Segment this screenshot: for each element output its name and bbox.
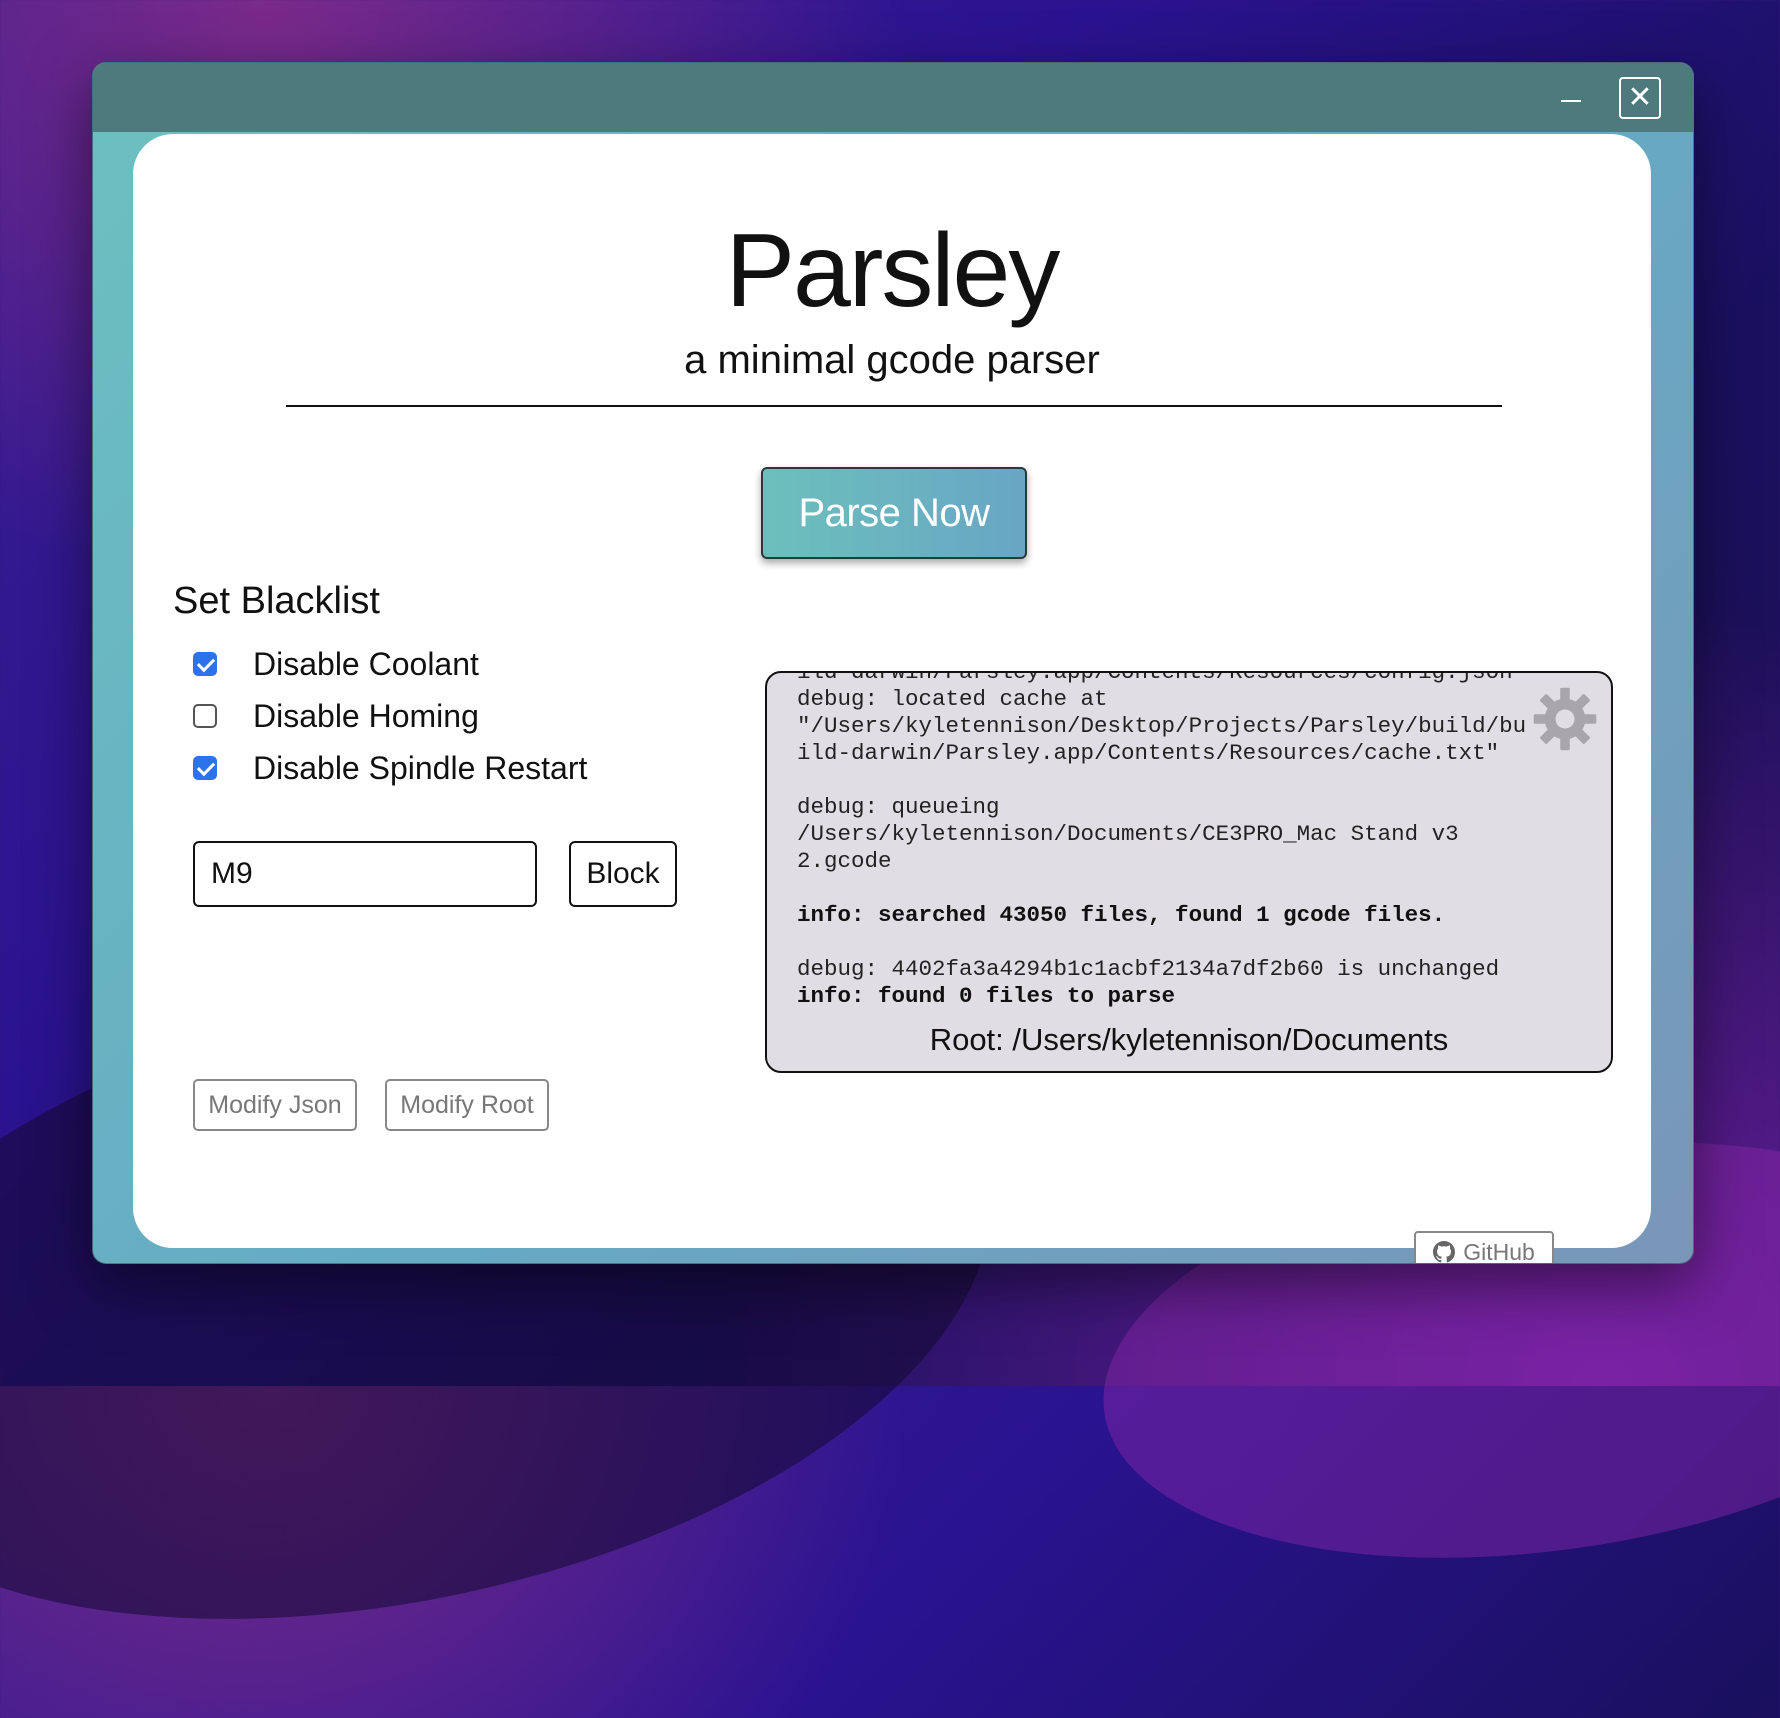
- log-line: debug: 4402fa3a4294b1c1acbf2134a7df2b60 …: [797, 956, 1500, 982]
- log-line: debug: located cache at: [797, 686, 1108, 712]
- log-line: ild-darwin/Parsley.app/Contents/Resource…: [797, 671, 1527, 685]
- log-line: info: searched 43050 files, found 1 gcod…: [797, 902, 1446, 928]
- close-button[interactable]: ✕: [1619, 77, 1661, 119]
- log-line: /Users/kyletennison/Documents/CE3PRO_Mac…: [797, 821, 1459, 847]
- divider: [286, 405, 1502, 407]
- checkbox-disable-homing[interactable]: [193, 704, 217, 728]
- log-line: 2.gcode: [797, 848, 892, 874]
- modify-root-button[interactable]: Modify Root: [385, 1079, 549, 1131]
- option-label: Disable Homing: [253, 697, 479, 734]
- minimize-button[interactable]: [1553, 83, 1589, 119]
- title-bar[interactable]: ✕: [93, 63, 1693, 132]
- blacklist-code-input[interactable]: M9: [193, 841, 537, 907]
- checkbox-disable-spindle-restart[interactable]: [193, 756, 217, 780]
- block-button[interactable]: Block: [569, 841, 677, 907]
- log-line: "/Users/kyletennison/Desktop/Projects/Pa…: [797, 713, 1527, 739]
- parse-now-button[interactable]: Parse Now: [761, 467, 1027, 559]
- modify-json-button[interactable]: Modify Json: [193, 1079, 357, 1131]
- log-console[interactable]: ild-darwin/Parsley.app/Contents/Resource…: [765, 671, 1613, 1073]
- github-label: GitHub: [1463, 1238, 1535, 1264]
- checkbox-disable-coolant[interactable]: [193, 652, 217, 676]
- option-label: Disable Coolant: [253, 645, 479, 682]
- log-line: debug: queueing: [797, 794, 1000, 820]
- option-label: Disable Spindle Restart: [253, 749, 588, 786]
- root-path: Root: /Users/kyletennison/Documents: [929, 1022, 1449, 1057]
- app-title: Parsley: [725, 213, 1061, 329]
- github-icon: [1433, 1241, 1456, 1263]
- blacklist-heading: Set Blacklist: [173, 580, 380, 622]
- log-line: info: found 0 files to parse: [797, 983, 1176, 1009]
- app-subtitle: a minimal gcode parser: [684, 338, 1100, 382]
- main-card: Parsley a minimal gcode parser Parse Now…: [133, 134, 1651, 1263]
- github-button[interactable]: GitHub: [1414, 1231, 1554, 1264]
- log-line: ild-darwin/Parsley.app/Contents/Resource…: [797, 740, 1500, 766]
- option-disable-homing[interactable]: Disable Homing: [193, 696, 479, 736]
- app-window: ✕ Parsley a minimal gcode parser Parse N…: [92, 62, 1694, 1264]
- log-text: ild-darwin/Parsley.app/Contents/Resource…: [797, 671, 1577, 1010]
- gear-icon[interactable]: [1531, 685, 1599, 753]
- option-disable-spindle-restart[interactable]: Disable Spindle Restart: [193, 748, 587, 788]
- option-disable-coolant[interactable]: Disable Coolant: [193, 644, 479, 684]
